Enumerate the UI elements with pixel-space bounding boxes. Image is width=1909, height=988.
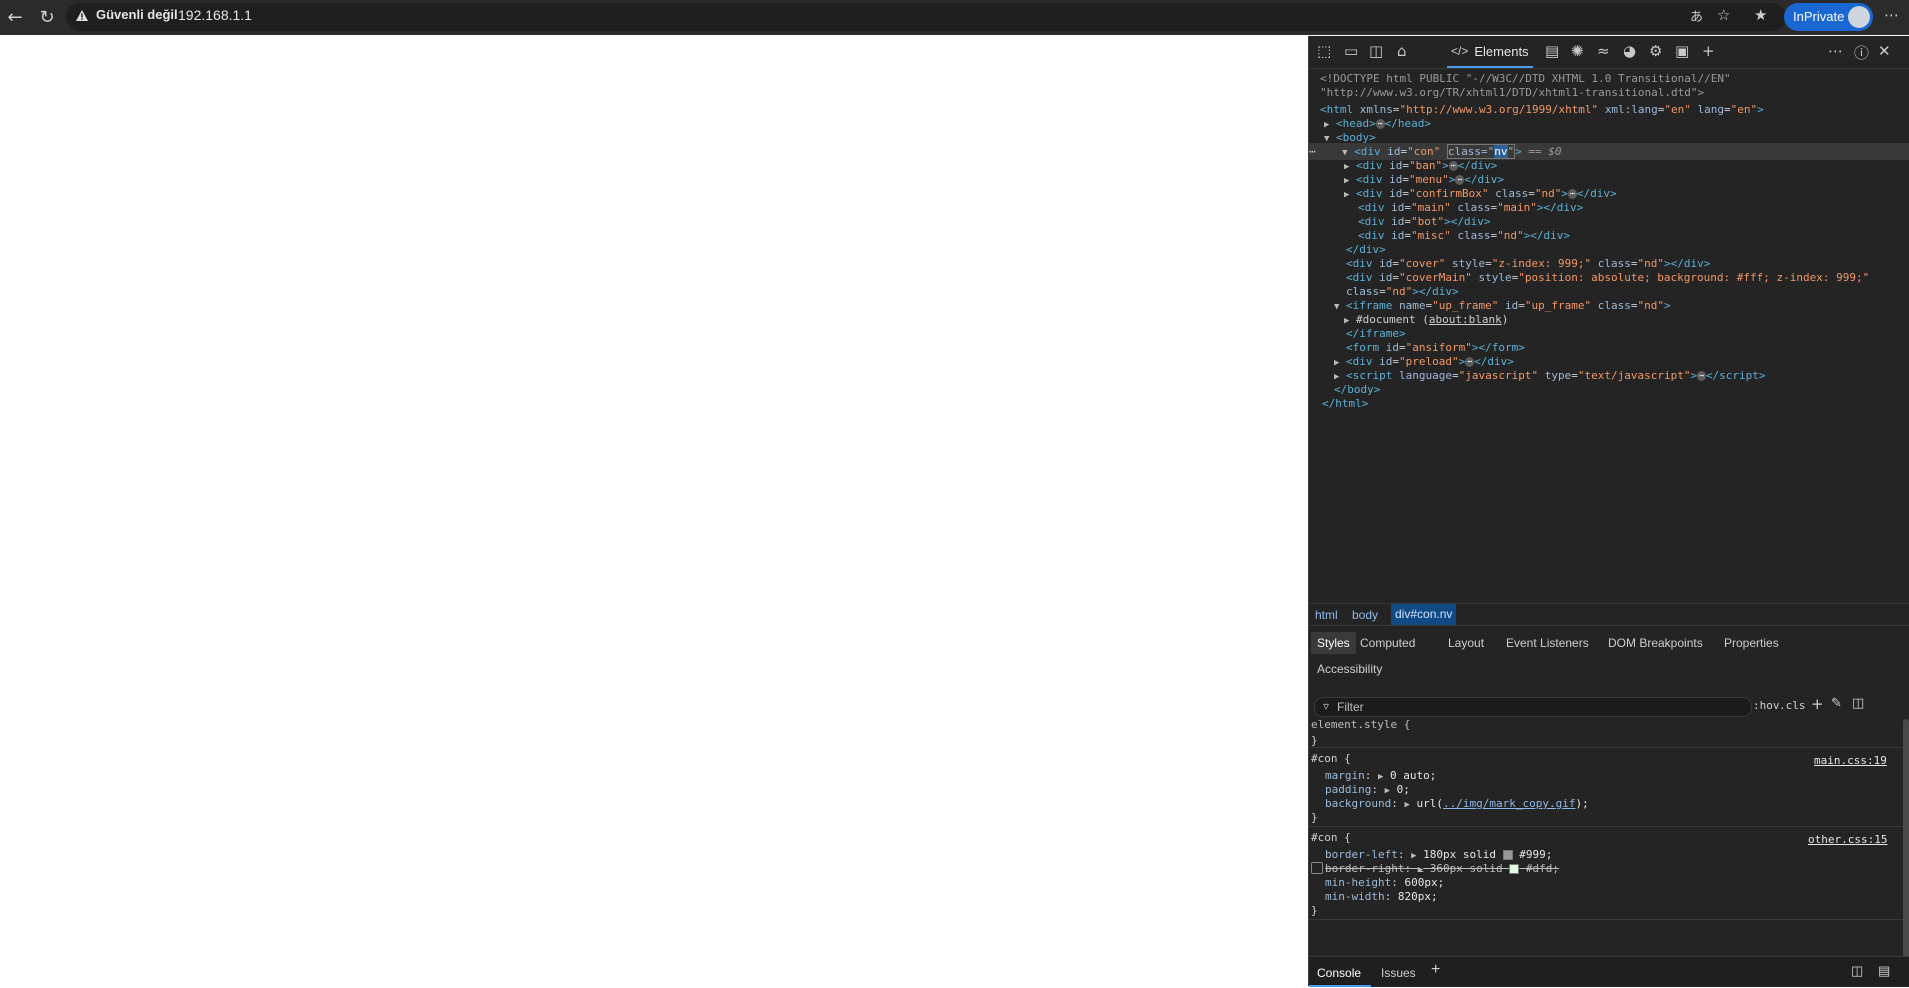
sources-bug-icon[interactable]: ✺ xyxy=(1571,42,1584,60)
rule-selector[interactable]: #con { xyxy=(1311,831,1351,845)
dom-tree: <!DOCTYPE html PUBLIC "-//W3C//DTD XHTML… xyxy=(1309,70,1909,635)
inprivate-label: InPrivate xyxy=(1793,9,1845,24)
refresh-icon[interactable]: ↻ xyxy=(32,0,62,35)
css-property[interactable]: min-width: 820px; xyxy=(1325,890,1438,904)
profile-avatar xyxy=(1848,6,1870,28)
more-tools-icon[interactable]: ⋯ xyxy=(1828,42,1843,60)
tab-dom-breakpoints[interactable]: DOM Breakpoints xyxy=(1608,636,1703,650)
favorite-star-icon[interactable]: ☆ xyxy=(1717,6,1730,24)
undock-drawer-icon[interactable]: ◫ xyxy=(1851,963,1863,979)
code-icon: </> xyxy=(1451,44,1469,58)
property-checkbox[interactable] xyxy=(1311,862,1323,874)
security-status[interactable]: Güvenli değil xyxy=(96,7,178,22)
drawer-tabs: Console Issues + ◫ ▤ xyxy=(1309,956,1909,987)
performance-icon[interactable]: ◕ xyxy=(1623,42,1636,60)
tab-issues[interactable]: Issues xyxy=(1381,966,1416,980)
inprivate-badge[interactable]: InPrivate xyxy=(1784,3,1873,31)
help-icon[interactable]: ⓘ xyxy=(1854,42,1869,63)
rule-divider xyxy=(1309,826,1909,827)
breadcrumb-selected[interactable]: div#con.nv xyxy=(1391,604,1457,625)
tab-layout[interactable]: Layout xyxy=(1448,636,1484,650)
tab-properties[interactable]: Properties xyxy=(1724,636,1779,650)
device-emulation-icon[interactable]: ▭ xyxy=(1344,42,1358,60)
css-property-overridden[interactable]: border-right: ▶ 360px solid #dfd; xyxy=(1325,862,1559,877)
styles-pane: element.style { } #con { main.css:19 mar… xyxy=(1309,718,1909,988)
devtools-toolbar: ⬚ ▭ ◫ ⌂ </> Elements ▤ ✺ ≈ ◕ ⚙ ▣ + ⋯ ⓘ ✕ xyxy=(1309,36,1909,69)
welcome-home-icon[interactable]: ⌂ xyxy=(1397,42,1407,60)
application-icon[interactable]: ▣ xyxy=(1675,42,1689,60)
tab-console[interactable]: Console xyxy=(1317,966,1361,980)
rule-close: } xyxy=(1311,811,1318,824)
hover-state-button[interactable]: :hov xyxy=(1753,699,1780,712)
tab-elements-label: Elements xyxy=(1474,43,1529,59)
rule-close: } xyxy=(1311,904,1318,917)
breadcrumb: html body div#con.nv xyxy=(1309,603,1909,625)
back-icon[interactable]: ← xyxy=(0,0,30,35)
more-options-icon[interactable]: ⋯ xyxy=(1884,6,1899,24)
tab-styles[interactable]: Styles xyxy=(1311,632,1356,654)
styles-scrollbar[interactable] xyxy=(1903,719,1909,959)
dom-doctype-line2[interactable]: "http://www.w3.org/TR/xhtml1/DTD/xhtml1-… xyxy=(1320,84,1704,101)
browser-toolbar: ← ↻ Güvenli değil 192.168.1.1 あ ☆ ★ InPr… xyxy=(0,0,1909,35)
network-wifi-icon[interactable]: ≈ xyxy=(1597,42,1610,60)
element-style-selector[interactable]: element.style { xyxy=(1311,718,1410,732)
address-bar[interactable] xyxy=(66,3,1786,31)
new-rule-icon[interactable]: + xyxy=(1811,695,1824,713)
dom-node[interactable]: ▶ <script language="javascript" type="te… xyxy=(1334,367,1766,384)
filter-placeholder: Filter xyxy=(1337,700,1364,714)
styles-subtabs: Styles Computed Layout Event Listeners D… xyxy=(1309,625,1909,680)
breadcrumb-body[interactable]: body xyxy=(1352,608,1378,622)
tab-accessibility[interactable]: Accessibility xyxy=(1317,662,1382,676)
tab-event-listeners[interactable]: Event Listeners xyxy=(1506,636,1589,650)
toggle-sidebar-icon[interactable]: ◫ xyxy=(1852,696,1864,711)
filter-icon: ▿ xyxy=(1323,699,1330,713)
rule-divider xyxy=(1309,747,1909,748)
tab-computed[interactable]: Computed xyxy=(1360,636,1415,650)
styles-filter-input[interactable]: ▿ Filter xyxy=(1314,697,1752,717)
add-drawer-tab-icon[interactable]: + xyxy=(1431,961,1440,979)
rule-selector[interactable]: #con { xyxy=(1311,752,1351,766)
dom-node[interactable]: </html> xyxy=(1322,395,1368,412)
favorites-icon[interactable]: ★ xyxy=(1754,6,1767,24)
devtools-panel: ⬚ ▭ ◫ ⌂ </> Elements ▤ ✺ ≈ ◕ ⚙ ▣ + ⋯ ⓘ ✕… xyxy=(1308,36,1909,988)
active-tab-indicator xyxy=(1309,985,1371,987)
paint-brush-icon[interactable]: ✎ xyxy=(1831,696,1842,711)
css-property[interactable]: border-left: ▶ 180px solid #999; xyxy=(1325,848,1552,863)
console-icon[interactable]: ▤ xyxy=(1545,42,1559,60)
color-swatch[interactable] xyxy=(1502,850,1513,860)
css-property[interactable]: min-height: 600px; xyxy=(1325,876,1444,890)
settings-gear-icon[interactable]: ⚙ xyxy=(1649,42,1662,60)
rule-source-link[interactable]: other.css:15 xyxy=(1808,833,1887,847)
warning-icon xyxy=(76,10,88,21)
color-swatch[interactable] xyxy=(1509,864,1520,874)
close-devtools-icon[interactable]: ✕ xyxy=(1878,42,1891,60)
rule-source-link[interactable]: main.css:19 xyxy=(1814,754,1887,768)
tab-elements[interactable]: </> Elements xyxy=(1447,36,1533,68)
breadcrumb-html[interactable]: html xyxy=(1315,608,1338,622)
rule-close: } xyxy=(1311,734,1318,747)
rule-divider xyxy=(1309,919,1909,920)
class-button[interactable]: .cls xyxy=(1779,699,1806,712)
css-property[interactable]: margin: ▶ 0 auto; xyxy=(1325,769,1436,784)
add-tool-icon[interactable]: + xyxy=(1702,42,1715,60)
dom-node[interactable]: <div id="misc" class="nd"></div> xyxy=(1358,227,1570,244)
page-viewport xyxy=(0,36,1306,986)
collapse-drawer-icon[interactable]: ▤ xyxy=(1878,963,1890,979)
inspect-icon[interactable]: ⬚ xyxy=(1317,42,1331,60)
css-property[interactable]: padding: ▶ 0; xyxy=(1325,783,1410,798)
dock-icon[interactable]: ◫ xyxy=(1369,42,1383,60)
url-text[interactable]: 192.168.1.1 xyxy=(178,7,252,23)
css-property[interactable]: background: ▶ url(../img/mark_copy.gif); xyxy=(1325,797,1589,812)
translate-icon[interactable]: あ xyxy=(1690,6,1703,25)
